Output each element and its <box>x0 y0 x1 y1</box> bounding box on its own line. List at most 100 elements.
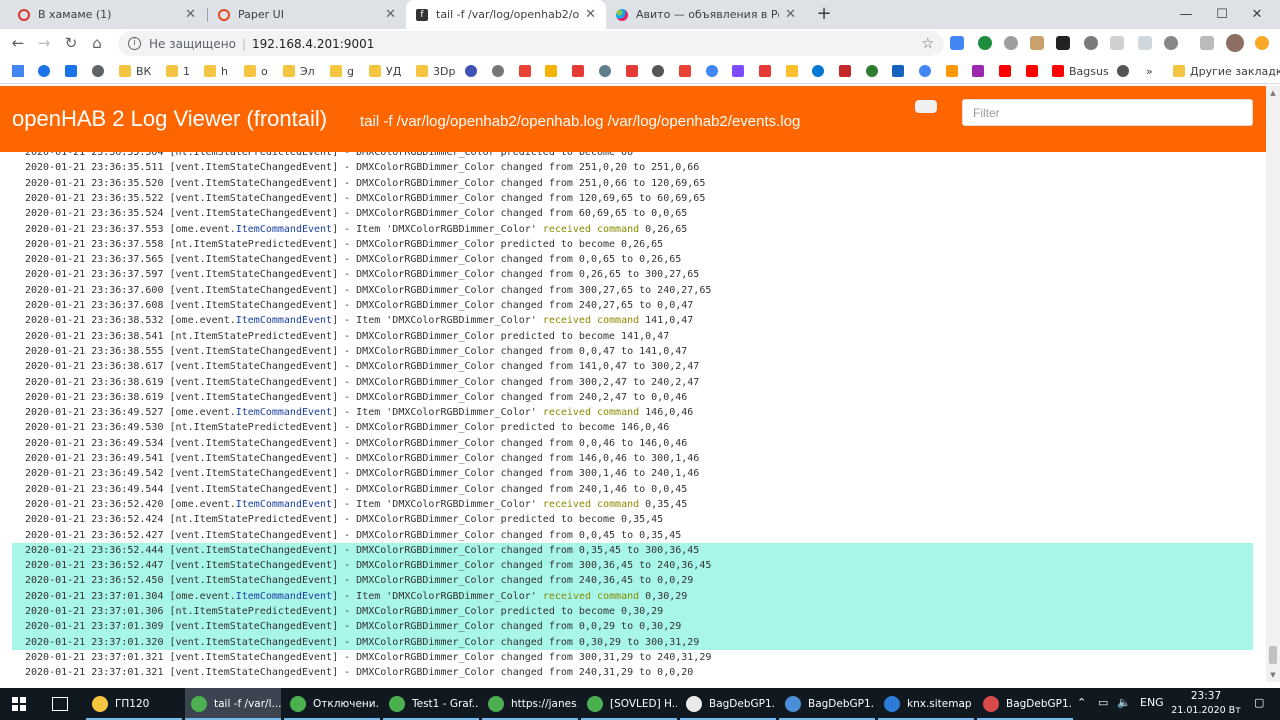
bookmark-history[interactable] <box>38 63 55 79</box>
extension-icon[interactable] <box>1200 36 1214 50</box>
extension-icon[interactable] <box>1030 36 1044 50</box>
taskbar-item[interactable]: https://janes... <box>482 688 578 720</box>
bookmark-globe[interactable] <box>92 63 109 79</box>
log-message: DMXColorRGBDimmer_Color predicted to bec… <box>356 422 670 434</box>
close-icon[interactable]: ✕ <box>785 7 796 22</box>
bookmark-gmail[interactable] <box>519 63 536 79</box>
windows-start-icon[interactable] <box>12 697 26 711</box>
taskbar-item[interactable]: BagDebGP1... <box>779 688 875 720</box>
taskbar-item[interactable]: BagDebGP1... <box>680 688 776 720</box>
notifications-icon[interactable]: ▢ <box>1254 696 1264 709</box>
taskbar-item[interactable]: knx.sitemap ... <box>878 688 974 720</box>
clock-time[interactable]: 23:37 <box>1182 690 1230 702</box>
bookmark-site[interactable] <box>572 63 589 79</box>
bookmark-site[interactable] <box>972 63 989 79</box>
address-bar[interactable]: i Не защищено | 192.168.4.201:9001 ☆ <box>118 31 944 56</box>
bookmark-site[interactable] <box>786 63 803 79</box>
extension-icon[interactable] <box>1138 36 1152 50</box>
extension-icon[interactable] <box>1164 36 1178 50</box>
bookmark-site[interactable] <box>599 63 616 79</box>
taskbar-item[interactable]: [SOVLED] H... <box>581 688 677 720</box>
bookmark-bagsus[interactable]: Bagsus <box>1052 63 1109 79</box>
filter-input[interactable] <box>962 99 1253 126</box>
tab-hammam[interactable]: В хамаме (1) ✕ <box>8 0 206 29</box>
star-icon[interactable]: ☆ <box>921 36 934 52</box>
bookmark-site[interactable] <box>839 63 856 79</box>
tray-chevron-icon[interactable]: ⌃ <box>1077 696 1086 709</box>
taskbar-item[interactable]: Test1 - Graf... <box>383 688 479 720</box>
bookmark-other-bookmarks[interactable]: Другие закладки <box>1173 63 1280 79</box>
tab-frontail[interactable]: f tail -f /var/log/openhab2/openhab ✕ <box>406 0 606 29</box>
close-window-button[interactable]: ✕ <box>1234 0 1280 29</box>
taskbar-item[interactable]: tail -f /var/l... <box>185 688 281 720</box>
home-button[interactable]: ⌂ <box>87 33 107 53</box>
scroll-down-arrow[interactable]: ▼ <box>1266 668 1280 682</box>
volume-icon[interactable]: 🔈 <box>1117 696 1131 709</box>
log-timestamp: 2020-01-21 23:36:52.450 <box>25 575 164 587</box>
scroll-thumb[interactable] <box>1269 646 1277 664</box>
tab-avito[interactable]: Авито — объявления в России ✕ <box>606 0 806 29</box>
bookmark-youtube[interactable] <box>1026 63 1043 79</box>
bookmark-download[interactable] <box>12 63 29 79</box>
extension-icon[interactable] <box>1084 36 1098 50</box>
extension-icon[interactable] <box>1056 36 1070 50</box>
bookmark-site[interactable] <box>545 63 562 79</box>
bookmark-site[interactable] <box>706 63 723 79</box>
bookmark-site[interactable] <box>732 63 749 79</box>
forward-button[interactable]: → <box>34 33 54 53</box>
extension-icon[interactable] <box>1004 36 1018 50</box>
bookmarks-overflow-button[interactable]: » <box>1146 63 1153 79</box>
bookmark-youtube[interactable] <box>999 63 1016 79</box>
bookmark-folder-o[interactable]: o <box>244 63 268 79</box>
bookmark-site[interactable] <box>1117 63 1134 79</box>
bookmark-site[interactable] <box>812 63 829 79</box>
clock-date[interactable]: 21.01.2020 Вт <box>1166 705 1246 716</box>
language-indicator[interactable]: ENG <box>1140 696 1164 709</box>
log-source: [vent.ItemStateChangedEvent] <box>169 453 339 464</box>
back-button[interactable]: ← <box>8 33 28 53</box>
bookmark-folder-1[interactable]: 1 <box>166 63 190 79</box>
bookmark-folder-ud[interactable]: УД <box>369 63 401 79</box>
scrollbar[interactable]: ▲ ▼ <box>1266 86 1280 682</box>
tab-paper-ui[interactable]: Paper UI ✕ <box>208 0 406 29</box>
network-icon[interactable]: ▭ <box>1098 696 1108 709</box>
bookmark-folder-el[interactable]: Эл <box>283 63 315 79</box>
bookmark-site[interactable] <box>652 63 669 79</box>
extension-icon[interactable] <box>1110 36 1124 50</box>
extension-icon[interactable] <box>978 36 992 50</box>
bookmark-site[interactable] <box>465 63 482 79</box>
close-icon[interactable]: ✕ <box>585 7 596 22</box>
bookmark-site[interactable] <box>946 63 963 79</box>
scroll-up-arrow[interactable]: ▲ <box>1266 86 1280 100</box>
log-view[interactable]: 2020-01-21 23:36:35.504 [nt.ItemStatePre… <box>0 152 1266 682</box>
log-timestamp: 2020-01-21 23:36:52.420 <box>25 498 164 510</box>
taskbar-item[interactable]: Отключени... <box>284 688 380 720</box>
tab-label: Paper UI <box>238 8 284 21</box>
translate-extension-icon[interactable] <box>950 36 964 50</box>
taskbar-item[interactable]: BagDebGP1... <box>977 688 1073 720</box>
bookmark-gmail[interactable] <box>679 63 696 79</box>
bookmark-site[interactable] <box>492 63 509 79</box>
bookmark-folder-g[interactable]: g <box>330 63 354 79</box>
site-icon <box>732 65 744 77</box>
bookmark-site[interactable] <box>892 63 909 79</box>
info-icon[interactable]: i <box>128 37 141 50</box>
pause-button[interactable] <box>915 100 937 113</box>
bookmark-folder-3dp[interactable]: 3Dp <box>416 63 455 79</box>
log-message: Item 'DMXColorRGBDimmer_Color' received … <box>356 590 688 602</box>
avatar[interactable] <box>1226 34 1244 52</box>
close-icon[interactable]: ✕ <box>185 7 196 22</box>
task-view-icon[interactable] <box>52 697 68 711</box>
bookmark-folder-h[interactable]: h <box>204 63 228 79</box>
bookmark-site[interactable] <box>866 63 883 79</box>
bookmark-site[interactable] <box>626 63 643 79</box>
reload-button[interactable]: ↻ <box>61 33 81 53</box>
bookmark-site[interactable] <box>759 63 776 79</box>
close-icon[interactable]: ✕ <box>385 7 396 22</box>
taskbar-item[interactable]: ГП120 <box>86 688 182 720</box>
new-tab-button[interactable]: + <box>814 4 834 24</box>
update-icon[interactable] <box>1255 36 1269 50</box>
bookmark-chat[interactable] <box>65 63 82 79</box>
bookmark-google[interactable] <box>919 63 936 79</box>
bookmark-folder-vk[interactable]: ВК <box>119 63 151 79</box>
